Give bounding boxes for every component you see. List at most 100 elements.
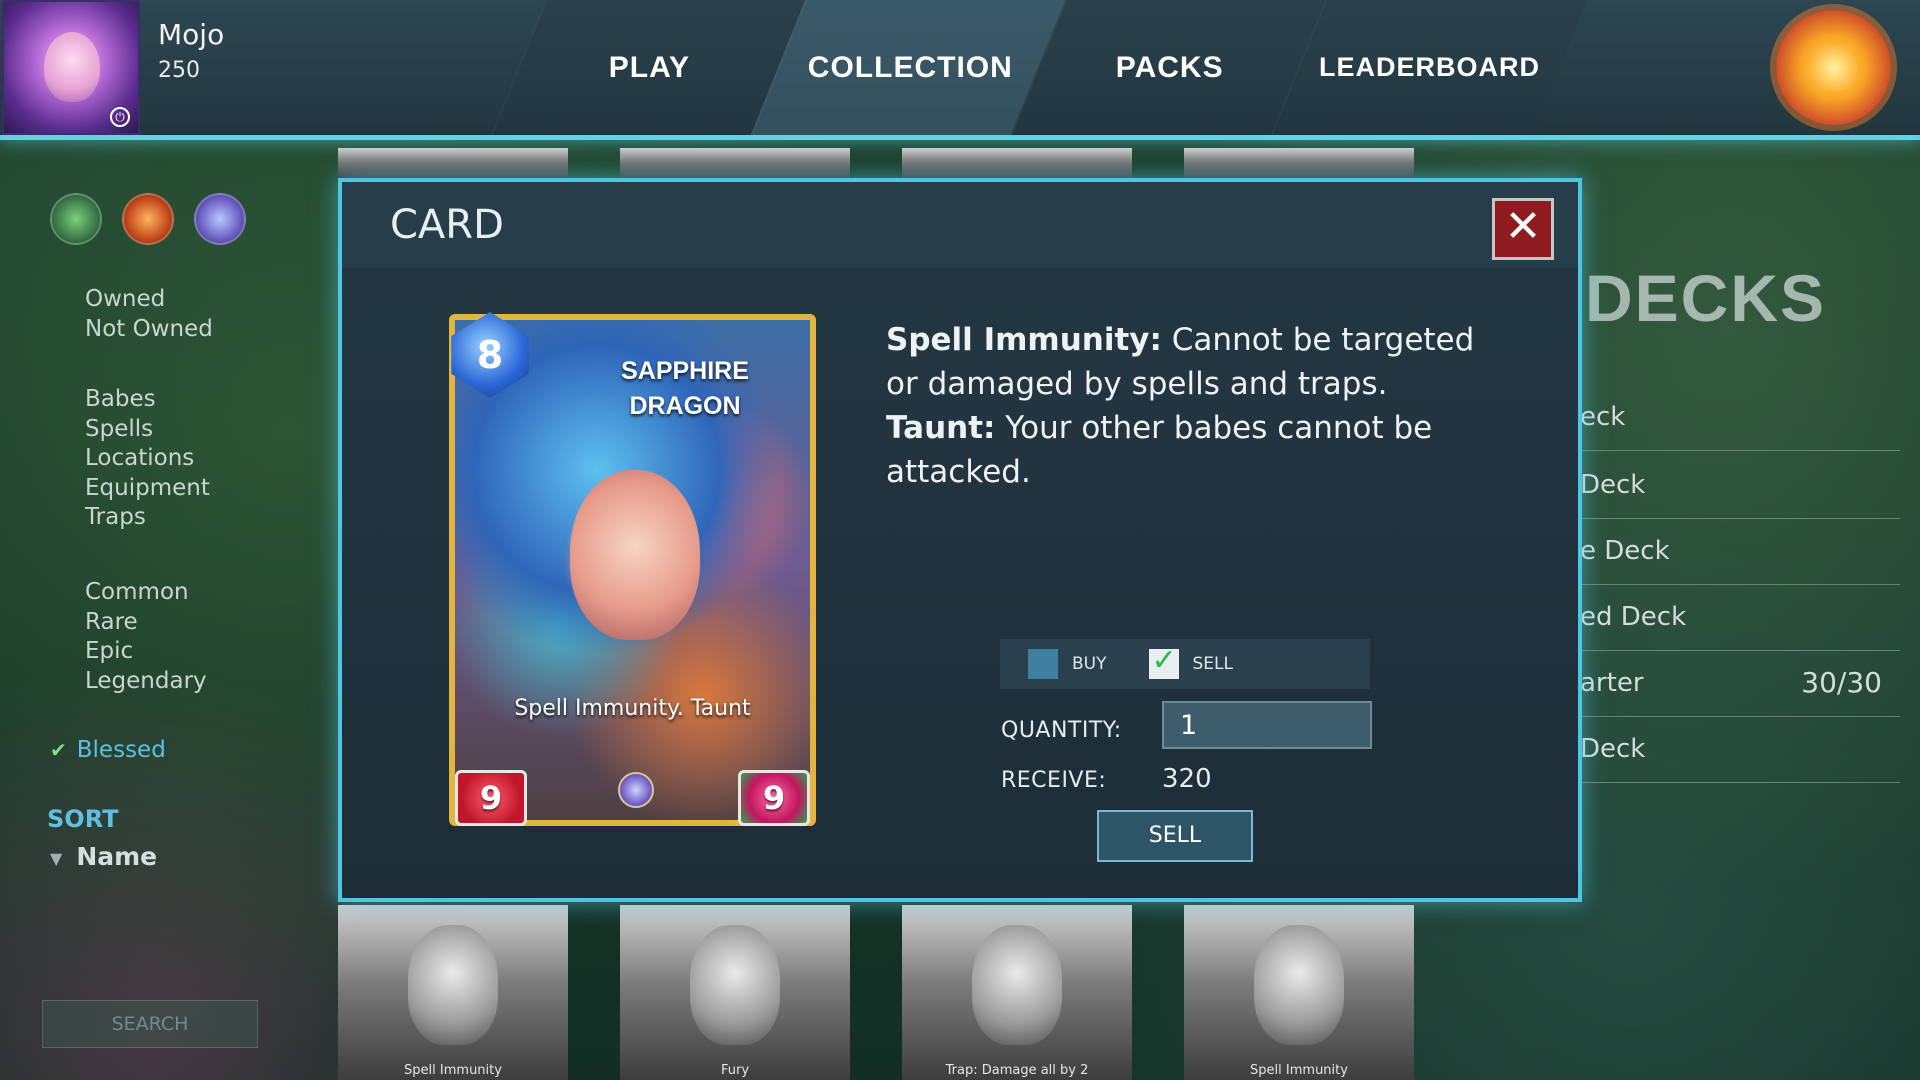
- card-portrait: [972, 925, 1062, 1045]
- card-portrait: [690, 925, 780, 1045]
- modal-title: CARD: [390, 202, 504, 248]
- deck-name: arter: [1580, 668, 1644, 698]
- receive-value: 320: [1162, 764, 1212, 794]
- filter-equipment[interactable]: Equipment: [85, 474, 210, 504]
- top-navigation-bar: ⏻ Mojo 250 PLAY COLLECTION PACKS LEADERB…: [0, 0, 1920, 140]
- deck-card-count: 30/30: [1801, 666, 1882, 699]
- tab-packs-label: PACKS: [1116, 50, 1224, 84]
- filter-babes[interactable]: Babes: [85, 385, 210, 415]
- close-button[interactable]: ✕: [1492, 198, 1554, 260]
- collection-filter-sidebar: Owned Not Owned Babes Spells Locations E…: [0, 145, 335, 1080]
- type-filters: Babes Spells Locations Equipment Traps: [85, 385, 210, 533]
- receive-label: RECEIVE:: [1001, 768, 1107, 793]
- card-description: Spell Immunity: Cannot be targeted or da…: [886, 318, 1506, 494]
- deck-row[interactable]: e Deck: [1580, 521, 1900, 585]
- nature-icon[interactable]: [50, 193, 102, 245]
- sell-button[interactable]: SELL: [1097, 810, 1253, 862]
- decks-title: DECKS: [1585, 261, 1827, 335]
- deck-row[interactable]: arter 30/30: [1580, 653, 1900, 717]
- deck-name: e Deck: [1580, 536, 1670, 566]
- player-avatar[interactable]: ⏻: [2, 0, 140, 135]
- element-gem-icon: [618, 772, 654, 808]
- deck-row[interactable]: Deck: [1580, 719, 1900, 783]
- collection-card[interactable]: [1184, 148, 1414, 178]
- buy-sell-toggle: BUY ✓ SELL: [1000, 639, 1370, 689]
- filter-spells[interactable]: Spells: [85, 415, 210, 445]
- tab-leaderboard-label: LEADERBOARD: [1319, 52, 1541, 82]
- checkmark-icon: ✓: [1151, 643, 1177, 678]
- card-keywords: Spell Immunity. Taunt: [514, 696, 751, 721]
- filter-rare[interactable]: Rare: [85, 608, 207, 638]
- filter-epic[interactable]: Epic: [85, 637, 207, 667]
- card-portrait: [408, 925, 498, 1045]
- deck-row[interactable]: eck: [1580, 387, 1900, 451]
- deck-name: Deck: [1580, 470, 1646, 500]
- sell-option[interactable]: ✓ SELL: [1148, 643, 1233, 679]
- sun-emblem-core: [1810, 44, 1858, 92]
- decks-panel: DECKS eck Deck e Deck ed Deck arter 30/30…: [1560, 145, 1920, 1080]
- deck-name: eck: [1580, 402, 1626, 432]
- deck-row[interactable]: Deck: [1580, 455, 1900, 519]
- keyword-spell-immunity: Spell Immunity:: [886, 322, 1162, 358]
- collection-card[interactable]: [338, 148, 568, 178]
- card-detail-modal: CARD ✕ 8 SAPPHIRE DRAGON Spell Immunity.…: [338, 178, 1582, 902]
- card-caption: Fury: [720, 1063, 750, 1078]
- filter-blessed[interactable]: ✔ Blessed: [50, 737, 166, 763]
- buy-checkbox[interactable]: [1028, 649, 1058, 679]
- sort-heading: SORT: [47, 805, 119, 833]
- tab-collection-label: COLLECTION: [807, 50, 1013, 84]
- quantity-input[interactable]: [1162, 701, 1372, 749]
- collection-card[interactable]: Fury: [620, 905, 850, 1080]
- filter-not-owned[interactable]: Not Owned: [85, 315, 213, 345]
- water-icon[interactable]: [194, 193, 246, 245]
- card-caption: Spell Immunity: [404, 1063, 502, 1078]
- collection-card[interactable]: [902, 148, 1132, 178]
- mana-cost-gem: 8: [451, 312, 529, 398]
- search-input[interactable]: SEARCH: [42, 1000, 258, 1048]
- collection-card[interactable]: Trap: Damage all by 2: [902, 905, 1132, 1080]
- tab-leaderboard[interactable]: LEADERBOARD: [1270, 0, 1588, 135]
- deck-name: Deck: [1580, 734, 1646, 764]
- avatar-portrait: [44, 32, 100, 102]
- filter-traps[interactable]: Traps: [85, 503, 210, 533]
- collection-card[interactable]: Spell Immunity: [338, 905, 568, 1080]
- filter-common[interactable]: Common: [85, 578, 207, 608]
- sort-direction-icon: ▼: [50, 848, 63, 868]
- keyword-taunt: Taunt:: [886, 410, 996, 446]
- quantity-label: QUANTITY:: [1001, 718, 1122, 743]
- health-stat: 9: [738, 770, 810, 826]
- main-nav: PLAY COLLECTION PACKS LEADERBOARD: [490, 0, 1588, 135]
- close-icon: ✕: [1504, 201, 1542, 252]
- filter-legendary[interactable]: Legendary: [85, 667, 207, 697]
- collection-card[interactable]: [620, 148, 850, 178]
- card-portrait: [1254, 925, 1344, 1045]
- buy-label: BUY: [1072, 654, 1107, 674]
- card-art-portrait: [570, 470, 700, 640]
- tab-play-label: PLAY: [609, 50, 691, 84]
- buy-option[interactable]: BUY: [1028, 649, 1107, 679]
- sort-by-name[interactable]: ▼ Name: [50, 842, 157, 871]
- modal-header: CARD ✕: [342, 182, 1578, 268]
- checkmark-icon: ✔: [50, 738, 67, 762]
- sell-checkbox[interactable]: ✓: [1148, 643, 1179, 679]
- fire-icon[interactable]: [122, 193, 174, 245]
- card-name-line2: DRAGON: [629, 392, 741, 420]
- power-icon[interactable]: ⏻: [110, 107, 130, 127]
- rarity-filters: Common Rare Epic Legendary: [85, 578, 207, 696]
- element-filter-icons: [50, 193, 246, 245]
- sort-by-label: Name: [76, 842, 158, 871]
- player-coins: 250: [158, 58, 200, 83]
- collection-card[interactable]: Spell Immunity: [1184, 905, 1414, 1080]
- attack-stat: 9: [455, 770, 527, 826]
- card-caption: Spell Immunity: [1250, 1063, 1348, 1078]
- card-name: SAPPHIRE DRAGON: [575, 354, 795, 424]
- deck-name: ed Deck: [1580, 602, 1687, 632]
- sell-label: SELL: [1192, 654, 1233, 674]
- card-name-line1: SAPPHIRE: [621, 357, 749, 385]
- filter-blessed-label: Blessed: [76, 737, 166, 763]
- ownership-filters: Owned Not Owned: [85, 285, 213, 344]
- filter-owned[interactable]: Owned: [85, 285, 213, 315]
- filter-locations[interactable]: Locations: [85, 444, 210, 474]
- sun-emblem-icon[interactable]: [1776, 10, 1891, 125]
- deck-row[interactable]: ed Deck: [1580, 587, 1900, 651]
